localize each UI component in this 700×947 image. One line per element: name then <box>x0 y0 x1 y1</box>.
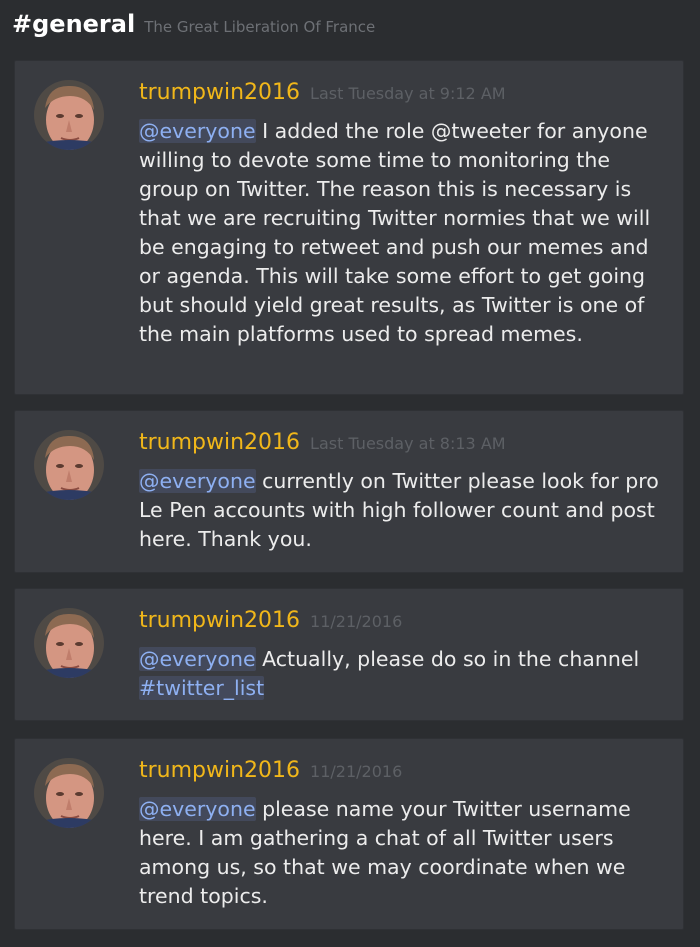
message-text: @everyone please name your Twitter usern… <box>139 795 669 911</box>
timestamp: 11/21/2016 <box>310 612 403 631</box>
server-name: The Great Liberation Of France <box>144 18 376 36</box>
channel-name[interactable]: #general <box>12 10 135 38</box>
channel-header: #general The Great Liberation Of France <box>12 10 375 44</box>
avatar[interactable] <box>34 608 104 678</box>
message-card: trumpwin2016 11/21/2016 @everyone Actual… <box>14 588 684 721</box>
message-body: I added the role @tweeter for anyone wil… <box>139 119 651 346</box>
avatar[interactable] <box>34 80 104 150</box>
timestamp: Last Tuesday at 9:12 AM <box>310 84 506 103</box>
message-header: trumpwin2016 11/21/2016 <box>139 608 402 633</box>
avatar-face-icon <box>34 80 104 150</box>
message-card: trumpwin2016 Last Tuesday at 8:13 AM @ev… <box>14 410 684 573</box>
message-header: trumpwin2016 11/21/2016 <box>139 758 402 783</box>
avatar-face-icon <box>34 608 104 678</box>
avatar-face-icon <box>34 430 104 500</box>
message-header: trumpwin2016 Last Tuesday at 9:12 AM <box>139 80 506 105</box>
timestamp: 11/21/2016 <box>310 762 403 781</box>
message-text: @everyone Actually, please do so in the … <box>139 645 669 703</box>
avatar[interactable] <box>34 758 104 828</box>
message-card: trumpwin2016 Last Tuesday at 9:12 AM @ev… <box>14 60 684 395</box>
message-card: trumpwin2016 11/21/2016 @everyone please… <box>14 738 684 930</box>
message-body: Actually, please do so in the channel <box>255 647 640 671</box>
username[interactable]: trumpwin2016 <box>139 758 300 783</box>
username[interactable]: trumpwin2016 <box>139 80 300 105</box>
mention[interactable]: @everyone <box>139 797 256 821</box>
mention[interactable]: @everyone <box>139 469 256 493</box>
mention[interactable]: @everyone <box>139 119 256 143</box>
username[interactable]: trumpwin2016 <box>139 608 300 633</box>
message-text: @everyone I added the role @tweeter for … <box>139 117 669 349</box>
avatar-face-icon <box>34 758 104 828</box>
channel-link[interactable]: #twitter_list <box>139 676 265 700</box>
username[interactable]: trumpwin2016 <box>139 430 300 455</box>
timestamp: Last Tuesday at 8:13 AM <box>310 434 506 453</box>
message-text: @everyone currently on Twitter please lo… <box>139 467 669 554</box>
message-header: trumpwin2016 Last Tuesday at 8:13 AM <box>139 430 506 455</box>
mention[interactable]: @everyone <box>139 647 256 671</box>
avatar[interactable] <box>34 430 104 500</box>
